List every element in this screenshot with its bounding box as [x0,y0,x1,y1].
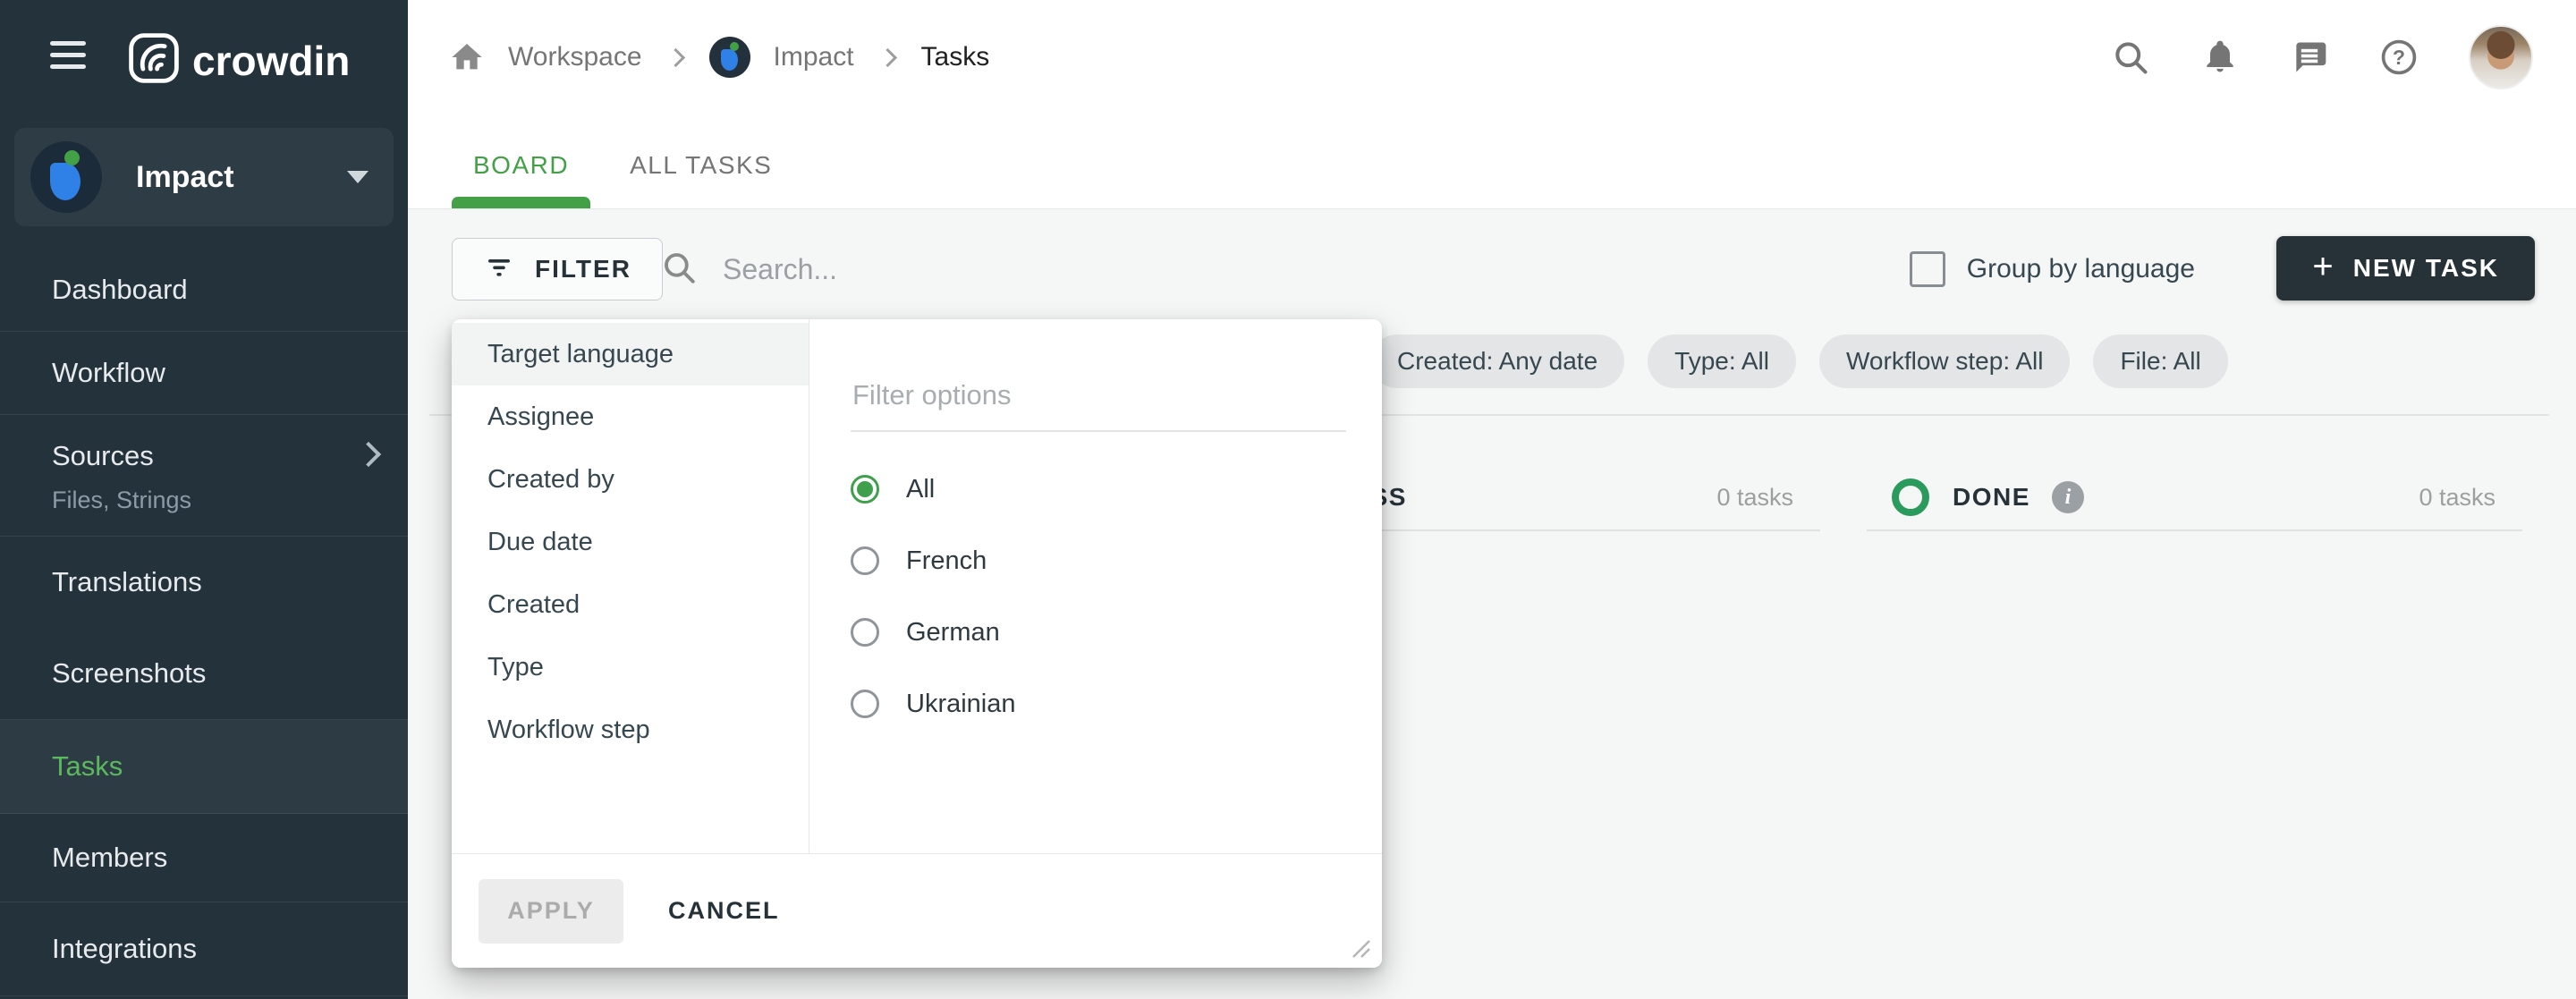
tab-board[interactable]: BOARD [452,151,590,208]
group-by-language[interactable]: Group by language [1910,238,2195,301]
language-options: All French German [851,453,1346,740]
radio-icon [851,618,879,647]
project-name: Impact [136,160,347,195]
plus-icon: + [2312,249,2333,284]
filter-category-created-by[interactable]: Created by [452,448,809,511]
user-avatar[interactable] [2469,25,2533,89]
search-icon [660,249,698,291]
resize-handle[interactable] [1344,932,1371,959]
new-task-button-label: NEW TASK [2353,254,2499,283]
radio-icon [851,546,879,575]
crowdin-logo[interactable]: crowdin [128,32,350,89]
filter-button-label: FILTER [535,255,631,284]
breadcrumb-current: Tasks [921,42,990,72]
filter-category-created[interactable]: Created [452,573,809,636]
filter-dropdown: Target language Assignee Created by Due … [452,319,1382,968]
filter-icon [483,251,515,288]
group-by-language-checkbox[interactable] [1910,251,1945,287]
sidebar-item-integrations[interactable]: Integrations [0,902,408,996]
sidebar-item-sources[interactable]: Sources Files, Strings [0,415,408,537]
filter-chip[interactable]: Created: Any date [1370,334,1624,388]
filter-category-due-date[interactable]: Due date [452,511,809,573]
filter-button[interactable]: FILTER [452,238,663,301]
new-task-button[interactable]: + NEW TASK [2276,236,2535,301]
sidebar-menu: Dashboard Workflow Sources Files, String… [0,249,408,996]
apply-button[interactable]: APPLY [479,879,623,944]
filter-category-workflow-step[interactable]: Workflow step [452,698,809,761]
chevron-right-icon [665,47,684,66]
app: crowdin Impact Dashboard Workflow Source… [0,0,2576,999]
tab-bar: BOARD ALL TASKS [408,114,2576,209]
filter-category-target-language[interactable]: Target language [452,323,809,385]
sidebar-item-tasks[interactable]: Tasks [0,720,408,814]
filter-chips-row: Created: Any date Type: All Workflow ste… [1343,334,2228,388]
filter-category-type[interactable]: Type [452,636,809,698]
filter-options-input[interactable] [851,378,1346,412]
home-icon[interactable] [449,39,485,75]
filter-category-assignee[interactable]: Assignee [452,385,809,448]
main-area: Workspace Impact Tasks [408,0,2576,999]
topbar: Workspace Impact Tasks [408,0,2576,114]
radio-selected-icon [851,475,879,504]
bell-icon[interactable] [2200,38,2240,77]
sidebar-item-translations[interactable]: Translations [0,537,408,628]
board-column-done: DONE i 0 tasks [1867,465,2522,531]
topbar-actions: ? [2111,0,2533,114]
chevron-right-icon [877,47,896,66]
svg-text:?: ? [2393,46,2405,69]
radio-icon [851,690,879,718]
chevron-down-icon [347,171,369,183]
option-all[interactable]: All [851,453,1346,525]
search-box[interactable] [660,238,1100,301]
sidebar-item-members[interactable]: Members [0,814,408,902]
chat-icon[interactable] [2290,38,2329,77]
project-avatar [30,141,102,213]
option-ukrainian[interactable]: Ukrainian [851,668,1346,740]
sidebar-item-sources-sub: Files, Strings [52,487,408,514]
help-icon[interactable]: ? [2379,38,2419,77]
option-french[interactable]: French [851,525,1346,597]
column-task-count: 0 tasks [1716,484,1820,512]
breadcrumb: Workspace Impact Tasks [449,0,989,114]
done-circle-icon [1892,478,1929,516]
breadcrumb-project[interactable]: Impact [774,42,854,72]
search-icon[interactable] [2111,38,2150,77]
sidebar-item-workflow[interactable]: Workflow [0,332,408,415]
crowdin-logo-icon [128,32,180,89]
filter-chip[interactable]: Type: All [1648,334,1796,388]
sidebar-item-screenshots[interactable]: Screenshots [0,628,408,720]
filter-options-panel: All French German [809,319,1382,853]
crowdin-logo-text: crowdin [192,37,350,85]
content: FILTER Group by language + NEW TASK [408,209,2576,999]
info-icon[interactable]: i [2052,481,2084,513]
breadcrumb-project-avatar [709,37,750,78]
tab-all-tasks[interactable]: ALL TASKS [608,151,793,208]
filter-chip[interactable]: File: All [2093,334,2227,388]
column-task-count: 0 tasks [2419,484,2522,512]
breadcrumb-workspace[interactable]: Workspace [508,42,642,72]
filter-chip[interactable]: Workflow step: All [1819,334,2070,388]
group-by-language-label: Group by language [1967,254,2195,284]
sidebar: crowdin Impact Dashboard Workflow Source… [0,0,408,999]
filter-category-list: Target language Assignee Created by Due … [452,319,809,853]
column-title: DONE [1953,483,2030,512]
option-german[interactable]: German [851,597,1346,668]
cancel-button[interactable]: CANCEL [663,896,785,926]
filter-dropdown-footer: APPLY CANCEL [452,853,1382,968]
hamburger-menu-icon[interactable] [50,41,86,70]
search-input[interactable] [721,252,1100,287]
sidebar-item-dashboard[interactable]: Dashboard [0,249,408,332]
project-selector[interactable]: Impact [14,128,394,226]
